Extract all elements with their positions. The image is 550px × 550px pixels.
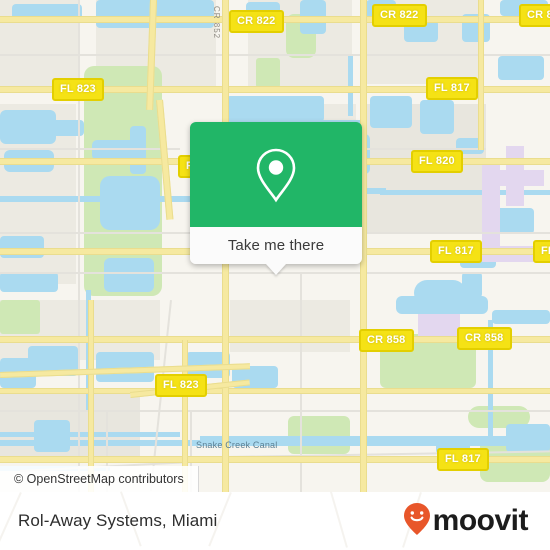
map-road-vertical[interactable]	[88, 300, 94, 492]
shield-label: FL 817	[438, 245, 474, 257]
map-road-minor	[0, 410, 550, 412]
shield-label: FL 817	[445, 453, 481, 465]
moovit-brand[interactable]: moovit	[402, 502, 529, 541]
road-shield-fl817[interactable]: FL 817	[430, 240, 482, 263]
take-me-there-label: Take me there	[227, 237, 325, 254]
shield-label: CR 858	[367, 334, 406, 346]
map-canvas[interactable]: CR 852 Snake Creek Canal CR 822 CR 822 C…	[0, 0, 550, 492]
shield-label: CR 822	[237, 15, 276, 27]
road-shield-cr858[interactable]: CR 858	[359, 329, 414, 352]
map-road-minor	[366, 232, 550, 234]
road-shield-cr822[interactable]: CR 822	[519, 4, 550, 27]
map-water	[498, 56, 544, 80]
road-shield-fl820[interactable]: FL 820	[411, 150, 463, 173]
map-water	[100, 176, 160, 230]
shield-label: CR 858	[465, 332, 504, 344]
map-industrial-area	[0, 390, 140, 460]
map-road-vertical[interactable]	[478, 0, 484, 150]
map-residential-area	[230, 300, 350, 352]
map-water	[370, 96, 412, 128]
road-shield-cr822[interactable]: CR 822	[372, 4, 427, 27]
osm-attribution-label: © OpenStreetMap contributors	[14, 472, 184, 486]
moovit-pin-icon	[402, 502, 432, 541]
footer-decor-line	[330, 491, 348, 548]
map-canal-label: Snake Creek Canal	[196, 440, 278, 450]
shield-label: FL 817	[541, 245, 550, 257]
road-shield-fl817[interactable]: FL 817	[437, 448, 489, 471]
road-shield-cr822[interactable]: CR 822	[229, 10, 284, 33]
map-building	[418, 314, 460, 336]
screenshot-root: CR 852 Snake Creek Canal CR 822 CR 822 C…	[0, 0, 550, 550]
shield-label: CR 822	[527, 9, 550, 21]
map-road-minor	[78, 0, 80, 492]
road-shield-fl817[interactable]: FL 817	[533, 240, 550, 263]
map-water	[130, 126, 146, 174]
map-water	[492, 310, 550, 324]
map-water	[462, 272, 482, 298]
map-park	[288, 416, 350, 454]
take-me-there-button[interactable]: Take me there	[190, 227, 362, 264]
shield-label: FL 820	[419, 155, 455, 167]
place-title: Rol-Away Systems, Miami	[18, 511, 218, 530]
shield-label: CR 822	[380, 9, 419, 21]
map-pin-icon	[253, 146, 299, 204]
road-shield-cr858[interactable]: CR 858	[457, 327, 512, 350]
osm-attribution[interactable]: © OpenStreetMap contributors	[0, 466, 199, 492]
map-road-minor	[0, 148, 180, 150]
road-shield-fl817[interactable]: FL 817	[426, 77, 478, 100]
map-park	[256, 58, 280, 88]
map-vertical-road-label: CR 852	[212, 6, 221, 40]
shield-label: FL 823	[60, 83, 96, 95]
footer-bar: Rol-Away Systems, Miami moovit	[0, 491, 550, 550]
road-shield-fl823[interactable]: FL 823	[155, 374, 207, 397]
map-water	[420, 100, 454, 134]
road-shield-fl823[interactable]: FL 823	[52, 78, 104, 101]
map-canal	[380, 190, 550, 195]
map-park	[0, 300, 40, 334]
map-road-secondary-h[interactable]	[0, 388, 550, 394]
map-water	[0, 272, 58, 292]
map-water	[104, 258, 154, 292]
location-popup-card[interactable]: Take me there	[190, 122, 362, 275]
map-canal	[348, 54, 353, 116]
map-road-minor	[0, 54, 550, 56]
moovit-wordmark: moovit	[432, 504, 529, 537]
shield-label: FL 817	[434, 82, 470, 94]
map-water	[396, 296, 488, 314]
popup-pointer-tail	[266, 264, 286, 275]
popup-image-panel	[190, 122, 362, 227]
shield-label: FL 823	[163, 379, 199, 391]
map-building	[506, 146, 524, 206]
